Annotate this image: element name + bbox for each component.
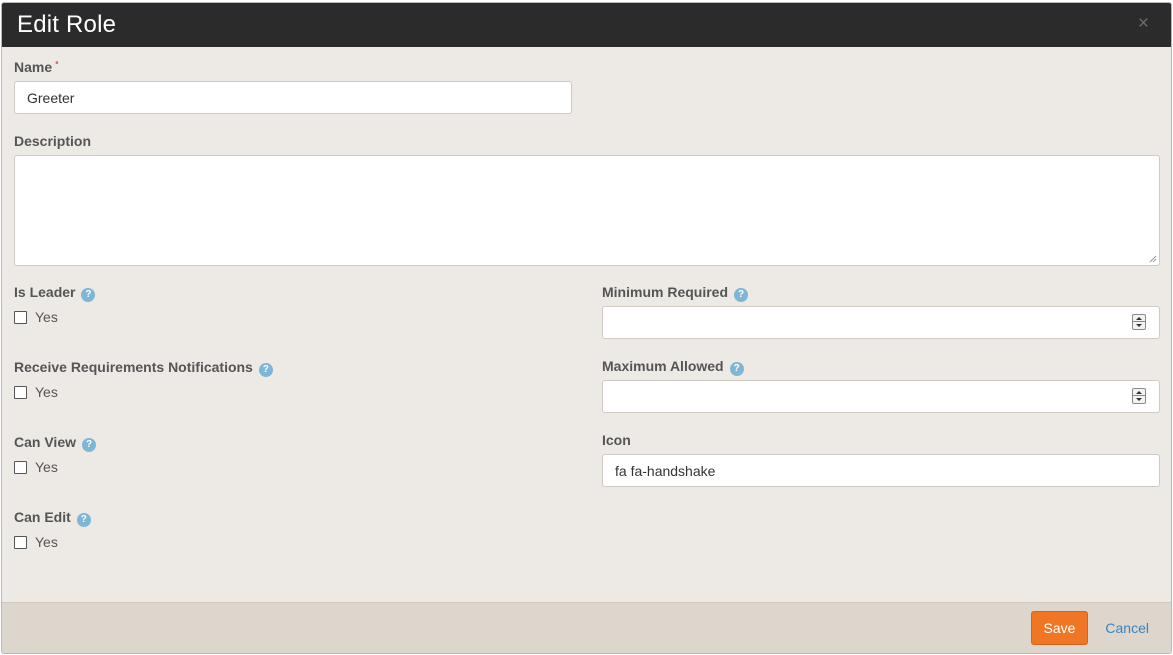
description-field-wrap: [14, 155, 1160, 266]
required-indicator-icon: •: [55, 58, 59, 69]
minimum-required-field: [602, 306, 1160, 339]
help-icon[interactable]: ?: [82, 438, 96, 452]
help-icon[interactable]: ?: [81, 288, 96, 302]
maximum-allowed-field: [602, 380, 1160, 413]
description-label: Description: [14, 133, 92, 149]
spinner-down-arrow-icon[interactable]: [1133, 322, 1145, 329]
receive-notifications-option-label[interactable]: Yes: [35, 384, 58, 400]
name-label: Name •: [14, 58, 59, 75]
resize-grip-icon[interactable]: [1148, 254, 1157, 263]
is-leader-option: Yes: [14, 309, 58, 325]
name-input[interactable]: [14, 81, 572, 114]
close-icon[interactable]: ×: [1138, 14, 1149, 33]
is-leader-label-text: Is Leader: [14, 284, 76, 300]
spinner-up-arrow-icon[interactable]: [1133, 315, 1145, 322]
is-leader-checkbox[interactable]: [14, 310, 27, 324]
help-icon[interactable]: ?: [76, 513, 91, 527]
help-icon[interactable]: ?: [734, 288, 749, 302]
receive-notifications-checkbox[interactable]: [14, 385, 27, 399]
number-spinner[interactable]: [1132, 388, 1146, 404]
maximum-allowed-label-text: Maximum Allowed: [602, 358, 724, 374]
maximum-allowed-input[interactable]: [602, 380, 1160, 413]
is-leader-option-label[interactable]: Yes: [35, 309, 58, 325]
spinner-up-arrow-icon[interactable]: [1133, 389, 1145, 396]
dialog-footer: Save Cancel: [2, 602, 1171, 653]
icon-input[interactable]: [602, 454, 1160, 487]
save-button[interactable]: Save: [1031, 611, 1088, 645]
number-spinner[interactable]: [1132, 314, 1146, 330]
name-label-text: Name: [14, 59, 53, 75]
can-edit-label: Can Edit?: [14, 509, 91, 527]
can-view-option: Yes: [14, 459, 58, 475]
edit-role-dialog: Edit Role × Name• Description Is Leader?…: [1, 2, 1172, 654]
receive-notifications-option: Yes: [14, 384, 58, 400]
can-view-label-text: Can View: [14, 434, 76, 450]
can-edit-checkbox[interactable]: [14, 535, 27, 549]
dialog-header: Edit Role ×: [2, 3, 1171, 47]
cancel-link[interactable]: Cancel: [1105, 620, 1149, 636]
help-icon[interactable]: ?: [258, 363, 273, 377]
maximum-allowed-label: Maximum Allowed?: [602, 358, 744, 376]
spinner-down-arrow-icon[interactable]: [1133, 396, 1145, 403]
can-edit-label-text: Can Edit: [14, 509, 71, 525]
can-edit-option: Yes: [14, 534, 58, 550]
receive-notifications-label-text: Receive Requirements Notifications: [14, 359, 253, 375]
minimum-required-input[interactable]: [602, 306, 1160, 339]
receive-notifications-label: Receive Requirements Notifications?: [14, 359, 273, 377]
can-view-checkbox[interactable]: [14, 460, 27, 474]
description-textarea[interactable]: [14, 155, 1160, 266]
can-view-label: Can View?: [14, 434, 96, 452]
help-icon[interactable]: ?: [729, 362, 744, 376]
dialog-title: Edit Role: [17, 11, 117, 38]
can-edit-option-label[interactable]: Yes: [35, 534, 58, 550]
minimum-required-label-text: Minimum Required: [602, 284, 729, 300]
is-leader-label: Is Leader?: [14, 284, 96, 302]
can-view-option-label[interactable]: Yes: [35, 459, 58, 475]
icon-label: Icon: [602, 432, 631, 448]
minimum-required-label: Minimum Required?: [602, 284, 749, 302]
